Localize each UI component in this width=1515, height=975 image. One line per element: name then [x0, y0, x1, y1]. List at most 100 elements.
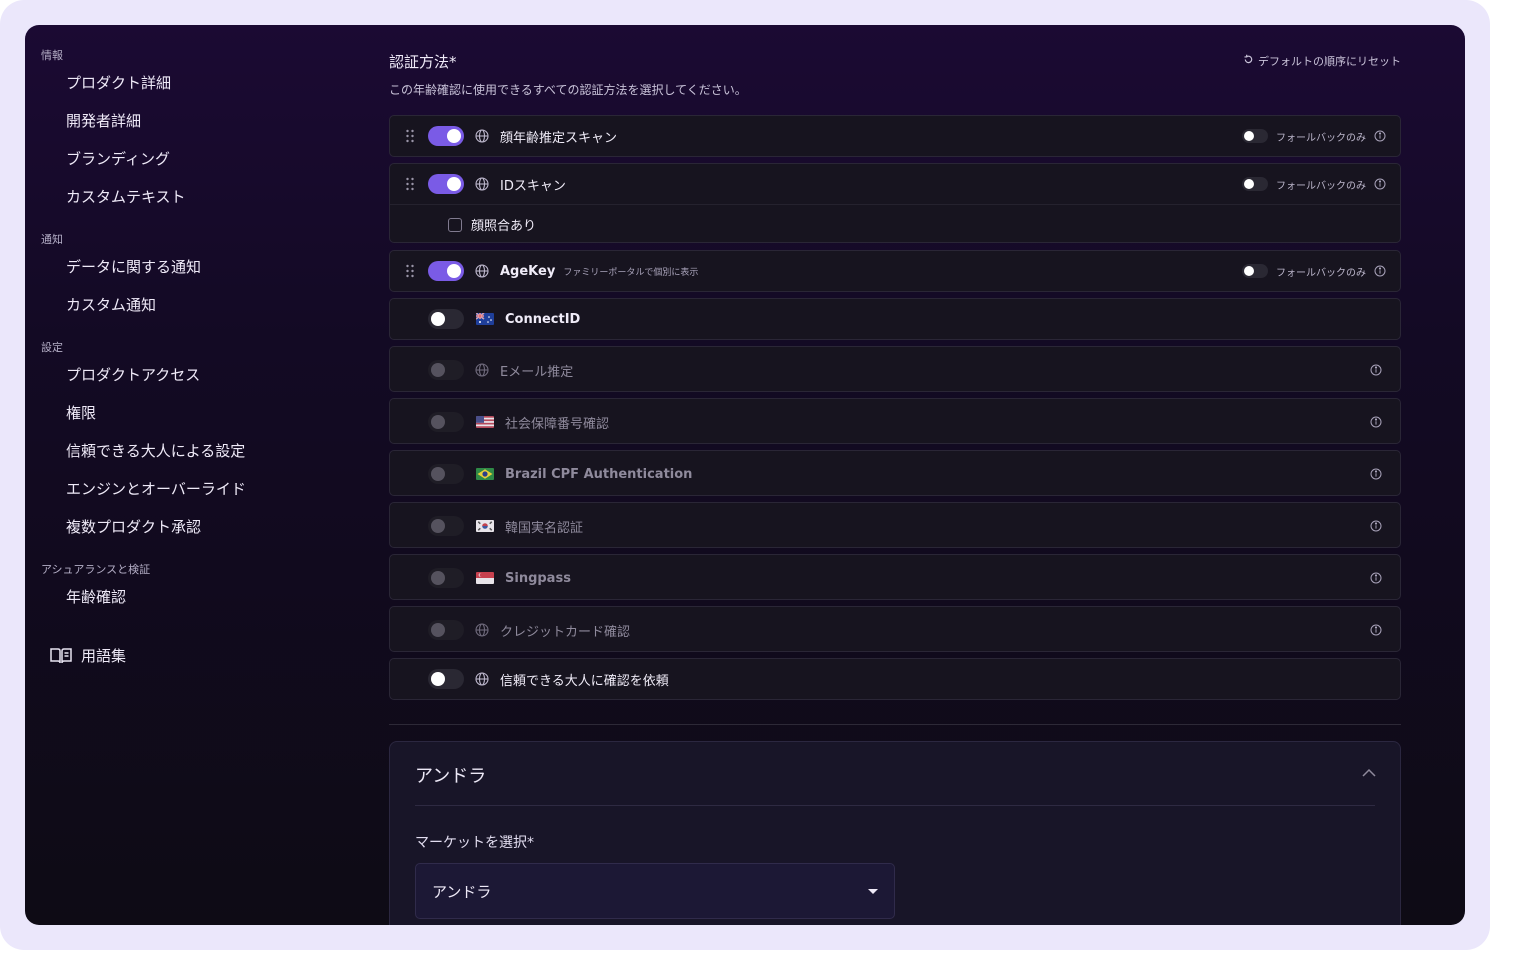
- info-icon[interactable]: [1370, 572, 1382, 584]
- globe-icon: [475, 129, 489, 143]
- glossary-label: 用語集: [81, 647, 127, 665]
- market-select[interactable]: アンドラ: [415, 863, 895, 919]
- sidebar-item-trusted-adult-settings[interactable]: 信頼できる大人による設定: [66, 440, 245, 461]
- globe-icon: [475, 623, 489, 637]
- method-label-singpass: Singpass: [505, 570, 571, 586]
- method-toggle-korea-realname[interactable]: [428, 516, 464, 536]
- method-row-face-age: 顔年齢推定スキャン フォールバックのみ: [389, 115, 1401, 157]
- method-row-id-scan: IDスキャン フォールバックのみ 顔照合あり: [389, 163, 1401, 243]
- market-select-value: アンドラ: [432, 883, 492, 901]
- reset-order-button[interactable]: デフォルトの順序にリセット: [1243, 53, 1401, 69]
- info-icon[interactable]: [1370, 624, 1382, 636]
- reset-order-label: デフォルトの順序にリセット: [1258, 55, 1401, 68]
- method-toggle-trusted-adult[interactable]: [428, 669, 464, 689]
- method-toggle-connectid[interactable]: [428, 309, 464, 329]
- market-select-label: マーケットを選択*: [415, 835, 534, 851]
- method-label-korea-realname: 韓国実名認証: [505, 520, 584, 536]
- info-icon[interactable]: [1374, 265, 1386, 277]
- method-label-email-estimation: Eメール推定: [500, 364, 574, 380]
- method-row-ssn: 社会保障番号確認: [389, 398, 1401, 444]
- flag-us-icon: [476, 416, 494, 428]
- nav-section-assurance: アシュアランスと検証: [41, 563, 151, 576]
- face-match-label: 顔照合あり: [471, 219, 537, 234]
- sidebar: 情報 プロダクト詳細 開発者詳細 ブランディング カスタムテキスト 通知 データ…: [25, 25, 365, 925]
- method-label-credit-card: クレジットカード確認: [500, 624, 631, 640]
- sidebar-item-developer-details[interactable]: 開発者詳細: [66, 110, 141, 131]
- agekey-sublabel: ファミリーポータルで個別に表示: [563, 267, 699, 278]
- caret-down-icon: [868, 889, 878, 895]
- drag-handle-icon[interactable]: [405, 129, 415, 143]
- method-toggle-singpass[interactable]: [428, 568, 464, 588]
- drag-handle-icon[interactable]: [405, 177, 415, 191]
- flag-kr-icon: [476, 520, 494, 532]
- method-label-connectid: ConnectID: [505, 311, 581, 327]
- glossary-link[interactable]: 用語集: [49, 645, 126, 666]
- globe-icon: [475, 177, 489, 191]
- method-toggle-ssn[interactable]: [428, 412, 464, 432]
- fallback-toggle[interactable]: [1242, 264, 1268, 278]
- fallback-control: フォールバックのみ: [1242, 264, 1386, 279]
- country-panel: アンドラ マーケットを選択* アンドラ: [389, 741, 1401, 925]
- method-toggle-brazil-cpf[interactable]: [428, 464, 464, 484]
- info-icon[interactable]: [1370, 520, 1382, 532]
- row-divider: [390, 204, 1400, 205]
- method-label-agekey: AgeKey ファミリーポータルで個別に表示: [500, 264, 698, 279]
- info-icon[interactable]: [1370, 364, 1382, 376]
- method-toggle-email-estimation[interactable]: [428, 360, 464, 380]
- sidebar-item-data-notifications[interactable]: データに関する通知: [66, 256, 201, 277]
- method-toggle-id-scan[interactable]: [428, 174, 464, 194]
- info-icon[interactable]: [1370, 468, 1382, 480]
- method-row-trusted-adult: 信頼できる大人に確認を依頼: [389, 658, 1401, 700]
- method-label-ssn: 社会保障番号確認: [505, 416, 610, 432]
- nav-section-settings: 設定: [41, 341, 63, 354]
- method-row-agekey: AgeKey ファミリーポータルで個別に表示 フォールバックのみ: [389, 250, 1401, 292]
- fallback-control: フォールバックのみ: [1242, 177, 1386, 192]
- nav-section-notifications: 通知: [41, 233, 63, 246]
- sidebar-item-custom-notifications[interactable]: カスタム通知: [66, 294, 156, 315]
- sidebar-item-branding[interactable]: ブランディング: [66, 148, 170, 169]
- sidebar-item-engines-overrides[interactable]: エンジンとオーバーライド: [66, 478, 246, 499]
- method-label-id-scan: IDスキャン: [500, 178, 566, 194]
- main-content: 認証方法* この年齢確認に使用できるすべての認証方法を選択してください。 デフォ…: [389, 25, 1401, 925]
- section-divider: [389, 724, 1401, 725]
- method-row-korea-realname: 韓国実名認証: [389, 502, 1401, 548]
- sidebar-item-product-details[interactable]: プロダクト詳細: [66, 72, 171, 93]
- info-icon[interactable]: [1374, 178, 1386, 190]
- country-panel-title: アンドラ: [415, 766, 487, 787]
- method-row-connectid: ConnectID: [389, 298, 1401, 340]
- fallback-label: フォールバックのみ: [1276, 132, 1366, 144]
- auth-methods-title: 認証方法*: [389, 53, 457, 71]
- fallback-label: フォールバックのみ: [1276, 267, 1366, 279]
- app-window: 情報 プロダクト詳細 開発者詳細 ブランディング カスタムテキスト 通知 データ…: [25, 25, 1465, 925]
- method-toggle-agekey[interactable]: [428, 261, 464, 281]
- globe-icon: [475, 264, 489, 278]
- book-icon: [49, 646, 73, 666]
- flag-au-icon: [476, 313, 494, 325]
- sidebar-item-multi-product-approval[interactable]: 複数プロダクト承認: [66, 516, 201, 537]
- drag-handle-icon[interactable]: [405, 264, 415, 278]
- auth-methods-description: この年齢確認に使用できるすべての認証方法を選択してください。: [389, 83, 747, 97]
- sidebar-item-custom-text[interactable]: カスタムテキスト: [66, 186, 186, 207]
- method-label-brazil-cpf: Brazil CPF Authentication: [505, 466, 693, 482]
- method-toggle-face-age[interactable]: [428, 126, 464, 146]
- fallback-toggle[interactable]: [1242, 129, 1268, 143]
- chevron-up-icon[interactable]: [1362, 768, 1376, 777]
- sidebar-item-permissions[interactable]: 権限: [66, 402, 96, 423]
- sidebar-item-product-access[interactable]: プロダクトアクセス: [66, 364, 200, 385]
- reset-icon: [1243, 54, 1254, 68]
- info-icon[interactable]: [1374, 130, 1386, 142]
- fallback-toggle[interactable]: [1242, 177, 1268, 191]
- method-row-brazil-cpf: Brazil CPF Authentication: [389, 450, 1401, 496]
- method-toggle-credit-card[interactable]: [428, 620, 464, 640]
- face-match-option: 顔照合あり: [448, 215, 536, 234]
- fallback-label: フォールバックのみ: [1276, 180, 1366, 192]
- method-row-singpass: Singpass: [389, 554, 1401, 600]
- info-icon[interactable]: [1370, 416, 1382, 428]
- globe-icon: [475, 363, 489, 377]
- face-match-checkbox[interactable]: [448, 217, 462, 232]
- method-label-face-age: 顔年齢推定スキャン: [500, 130, 618, 146]
- method-row-email-estimation: Eメール推定: [389, 346, 1401, 392]
- nav-section-info: 情報: [41, 49, 63, 62]
- sidebar-item-age-verification[interactable]: 年齢確認: [66, 586, 126, 607]
- method-row-credit-card: クレジットカード確認: [389, 606, 1401, 652]
